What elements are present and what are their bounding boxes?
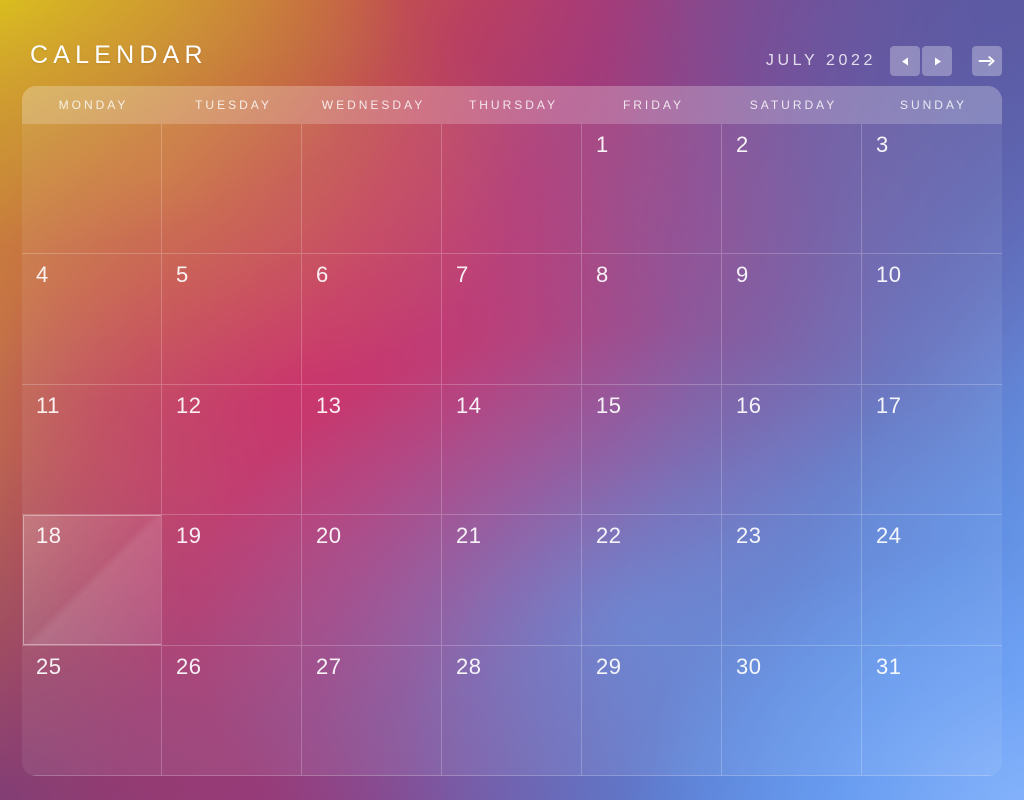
day-number: 22: [596, 523, 622, 549]
day-number: 15: [596, 392, 622, 418]
day-number: 20: [316, 523, 342, 549]
day-number: 3: [876, 132, 889, 157]
day-number: 6: [316, 262, 329, 288]
day-cell-empty: [302, 124, 442, 255]
weekday-header: WEDNESDAY: [321, 98, 426, 112]
day-cell-5[interactable]: 5: [162, 254, 302, 385]
day-cell-10[interactable]: 10: [862, 254, 1002, 385]
weekday-header: THURSDAY: [468, 98, 559, 112]
day-number: 31: [876, 653, 902, 679]
calendar-panel: MONDAY TUESDAY WEDNESDAY THURSDAY FRIDAY SATU…: [22, 86, 1002, 776]
next-month-button[interactable]: [922, 46, 952, 76]
day-cell-27[interactable]: 27: [302, 645, 442, 776]
weekday-header: SUNDAY: [899, 98, 968, 112]
day-cell-14[interactable]: 14: [442, 384, 582, 516]
day-cell-26[interactable]: 26: [162, 645, 302, 776]
calendar-header: CALENDAR JULY 2022: [0, 0, 1024, 86]
day-number: 12: [176, 392, 202, 418]
day-number: 24: [876, 523, 902, 549]
day-number: 19: [176, 523, 202, 549]
day-cell-28[interactable]: 28: [442, 645, 582, 776]
weekday-header: MONDAY: [58, 98, 129, 112]
day-number: 16: [736, 392, 762, 418]
day-cell-13[interactable]: 13: [302, 384, 442, 516]
day-number: 17: [876, 392, 902, 418]
current-month-label: JULY 2022: [765, 52, 876, 69]
day-cell-18[interactable]: 18: [22, 515, 162, 646]
day-cell-1[interactable]: 1: [582, 124, 722, 255]
day-number: 4: [36, 262, 49, 288]
day-cell-2[interactable]: 2: [722, 124, 862, 255]
weekday-header: SATURDAY: [749, 98, 838, 112]
header-controls: JULY 2022: [766, 44, 1002, 78]
day-cell-21[interactable]: 21: [442, 515, 582, 646]
page-title: CALENDAR: [30, 41, 208, 69]
weekday-header-row: MONDAY TUESDAY WEDNESDAY THURSDAY FRIDAY SATU…: [22, 86, 1002, 124]
day-cell-empty: [442, 124, 582, 255]
day-cell-30[interactable]: 30: [722, 645, 862, 776]
day-number: 21: [456, 523, 482, 549]
weekday-header: TUESDAY: [195, 98, 272, 112]
day-number: 25: [36, 653, 62, 679]
day-number: 7: [456, 262, 469, 288]
day-number: 8: [596, 262, 609, 288]
day-number: 1: [596, 132, 609, 157]
day-cell-empty: [22, 124, 162, 255]
day-number: 30: [736, 653, 762, 679]
day-cell-empty: [162, 124, 302, 255]
day-cell-25[interactable]: 25: [22, 645, 162, 776]
day-number: 29: [596, 653, 622, 679]
triangle-right-icon: [932, 56, 943, 67]
day-cell-20[interactable]: 20: [302, 515, 442, 646]
day-number: 10: [876, 262, 902, 288]
day-cell-12[interactable]: 12: [162, 384, 302, 516]
day-cell-23[interactable]: 23: [722, 515, 862, 646]
day-number: 27: [316, 653, 342, 679]
day-cell-11[interactable]: 11: [22, 384, 162, 516]
day-number: 9: [736, 262, 749, 288]
day-cell-15[interactable]: 15: [582, 384, 722, 516]
day-cell-31[interactable]: 31: [862, 646, 1002, 776]
day-number: 14: [456, 392, 482, 418]
day-cell-7[interactable]: 7: [442, 254, 582, 385]
day-cell-19[interactable]: 19: [162, 515, 302, 646]
day-cell-17[interactable]: 17: [862, 385, 1002, 516]
month-nav-group: [890, 46, 952, 76]
triangle-left-icon: [900, 56, 911, 67]
day-number: 23: [736, 523, 762, 549]
day-grid: 1 2 3 4 5 6 7 8 9 10 11 12 13 14 15 16 17 18 19 20 21 22 23 24 2…: [22, 124, 1002, 776]
day-number: 2: [736, 132, 749, 157]
day-number: 18: [36, 523, 62, 549]
day-cell-29[interactable]: 29: [582, 645, 722, 776]
day-cell-16[interactable]: 16: [722, 384, 862, 516]
day-cell-6[interactable]: 6: [302, 254, 442, 385]
day-number: 11: [36, 392, 60, 418]
day-number: 26: [176, 653, 202, 679]
day-number: 13: [316, 392, 342, 418]
day-cell-8[interactable]: 8: [582, 254, 722, 385]
day-number: 28: [456, 653, 482, 679]
day-cell-24[interactable]: 24: [862, 515, 1002, 646]
previous-month-button[interactable]: [890, 46, 920, 76]
weekday-header: FRIDAY: [622, 98, 685, 112]
day-cell-4[interactable]: 4: [22, 254, 162, 385]
day-number: 5: [176, 262, 189, 288]
day-cell-9[interactable]: 9: [722, 254, 862, 385]
day-cell-22[interactable]: 22: [582, 515, 722, 646]
arrow-right-icon: [978, 54, 996, 68]
jump-forward-button[interactable]: [972, 46, 1002, 76]
day-cell-3[interactable]: 3: [862, 124, 1002, 255]
